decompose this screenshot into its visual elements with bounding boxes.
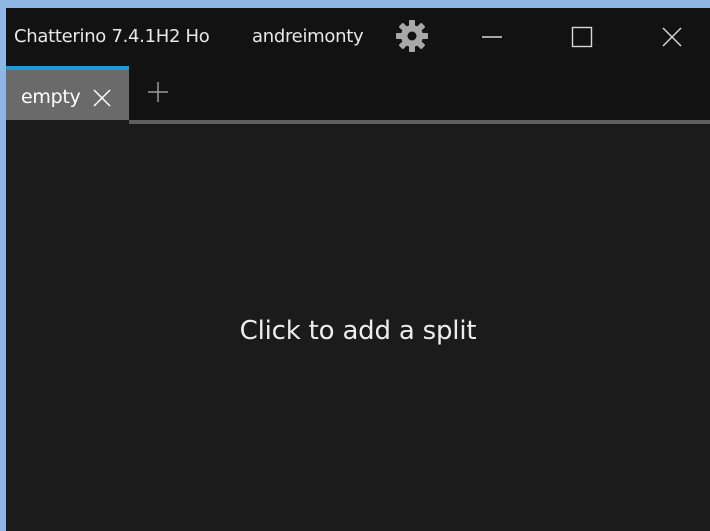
tab-close-icon[interactable]	[92, 88, 112, 108]
minimize-icon	[482, 36, 502, 38]
minimize-button[interactable]	[462, 12, 522, 62]
tab-label: empty	[21, 86, 81, 108]
add-split-hint[interactable]: Click to add a split	[6, 316, 710, 346]
tab-empty[interactable]: empty	[6, 66, 129, 120]
tab-bar: empty	[6, 66, 710, 120]
maximize-button[interactable]	[552, 12, 612, 62]
title-bar[interactable]: Chatterino 7.4.1H2 Ho andreimonty	[6, 8, 710, 66]
account-username[interactable]: andreimonty	[252, 26, 364, 47]
settings-button[interactable]	[392, 20, 432, 52]
tab-selected-indicator	[6, 66, 129, 70]
gear-icon	[396, 20, 428, 52]
add-tab-plus-icon[interactable]	[146, 80, 170, 104]
split-container[interactable]: Click to add a split	[6, 124, 710, 531]
close-icon	[662, 27, 682, 47]
close-button[interactable]	[642, 12, 702, 62]
maximize-icon	[571, 26, 593, 48]
window-title: Chatterino 7.4.1H2 Ho	[14, 26, 210, 47]
app-window: Chatterino 7.4.1H2 Ho andreimonty empty …	[6, 8, 710, 531]
